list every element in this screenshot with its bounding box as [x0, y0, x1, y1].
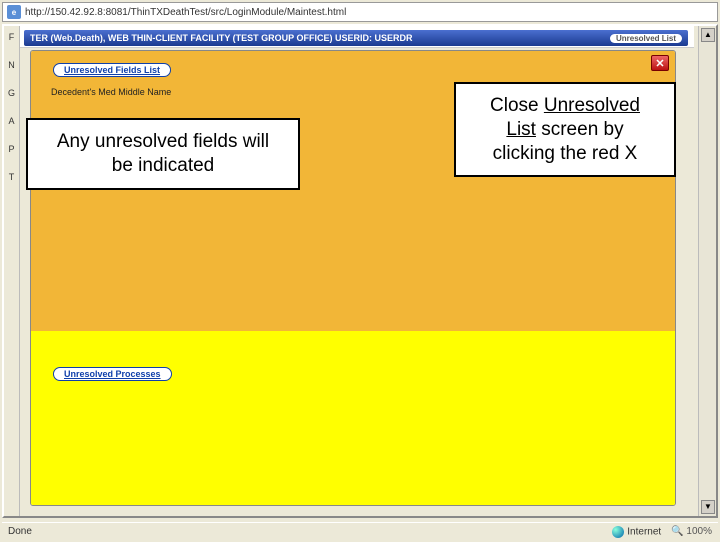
- unresolved-processes-button[interactable]: Unresolved Processes: [53, 367, 172, 381]
- callout-text: Close: [490, 95, 544, 116]
- globe-icon: [612, 526, 624, 538]
- zoom-value: 100%: [686, 526, 712, 537]
- gutter-letter: F: [4, 32, 19, 42]
- gutter-letter: G: [4, 88, 19, 98]
- close-button[interactable]: ✕: [651, 55, 669, 71]
- scroll-up-icon[interactable]: ▲: [701, 28, 715, 42]
- app-title-bar: TER (Web.Death), WEB THIN-CLIENT FACILIT…: [24, 30, 688, 46]
- status-right: Internet 🔍 100%: [612, 526, 712, 538]
- scroll-down-icon[interactable]: ▼: [701, 500, 715, 514]
- callout-underline: Unresolved: [544, 95, 640, 116]
- callout-text: Any unresolved fields will: [57, 131, 269, 152]
- status-bar: Done Internet 🔍 100%: [2, 522, 718, 540]
- callout-text: be indicated: [112, 155, 214, 176]
- callout-text: screen by: [536, 119, 624, 140]
- close-icon: ✕: [655, 57, 664, 70]
- callout-text: clicking the red X: [493, 143, 638, 164]
- internet-label: Internet: [627, 526, 661, 537]
- status-left: Done: [8, 526, 32, 537]
- unresolved-fields-button[interactable]: Unresolved Fields List: [53, 63, 171, 77]
- address-text: http://150.42.92.8:8081/ThinTXDeathTest/…: [25, 7, 346, 18]
- internet-zone: Internet: [612, 526, 661, 538]
- unresolved-field-name: Decedent's Med Middle Name: [51, 87, 171, 97]
- app-title: TER (Web.Death), WEB THIN-CLIENT FACILIT…: [30, 33, 413, 43]
- callout-close-instruction: Close Unresolved List screen by clicking…: [454, 82, 676, 177]
- callout-underline: List: [506, 119, 536, 140]
- address-bar[interactable]: e http://150.42.92.8:8081/ThinTXDeathTes…: [2, 2, 718, 22]
- gutter-letter: T: [4, 172, 19, 182]
- callout-unresolved-fields: Any unresolved fields will be indicated: [26, 118, 300, 190]
- browser-icon: e: [7, 5, 21, 19]
- dialog-bottom-panel: Unresolved Processes: [31, 331, 675, 505]
- left-gutter: F N G A P T: [4, 26, 20, 516]
- gutter-letter: N: [4, 60, 19, 70]
- gutter-letter: A: [4, 116, 19, 126]
- zoom-indicator[interactable]: 🔍 100%: [671, 526, 712, 537]
- title-right-pill: Unresolved List: [610, 34, 682, 43]
- gutter-letter: P: [4, 144, 19, 154]
- scrollbar[interactable]: ▲ ▼: [698, 26, 716, 516]
